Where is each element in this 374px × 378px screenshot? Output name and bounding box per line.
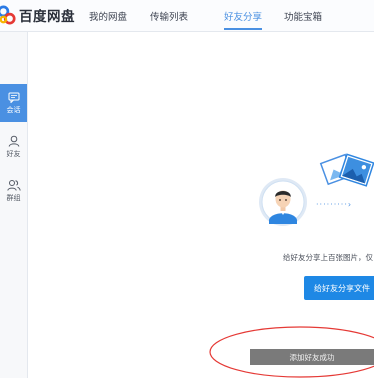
sidebar-item-groups[interactable]: 群组: [0, 172, 27, 210]
friend-icon: [8, 135, 19, 147]
top-nav-bar: 百度网盘 我的网盘 传输列表 好友分享 功能宝箱: [0, 0, 374, 32]
toast-notification: 添加好友成功: [250, 349, 374, 365]
nav-tab-my-disk[interactable]: 我的网盘: [89, 9, 127, 23]
sidebar-item-label: 好友: [6, 150, 21, 158]
sidebar-item-label: 群组: [6, 194, 21, 202]
user-avatar-illustration: [259, 178, 307, 226]
group-icon: [6, 180, 21, 191]
person-avatar-icon: [261, 180, 305, 224]
promo-text: 给好友分享上百张图片，仅: [283, 253, 373, 262]
photos-illustration-icon: [319, 153, 374, 187]
app-logo[interactable]: 百度网盘: [0, 3, 75, 27]
share-file-button[interactable]: 给好友分享文件: [304, 276, 374, 300]
sidebar-item-label: 会话: [6, 105, 21, 114]
nav-tab-transfer-list[interactable]: 传输列表: [150, 9, 188, 23]
sidebar-item-chat[interactable]: 会话: [0, 84, 27, 122]
nav-tab-toolbox[interactable]: 功能宝箱: [284, 9, 322, 23]
dotted-arrow-icon: ·········›: [316, 200, 353, 209]
cloud-logo-icon: [0, 5, 16, 25]
sidebar-item-friends[interactable]: 好友: [0, 128, 27, 166]
active-tab-indicator: [224, 28, 262, 30]
sidebar: 会话 好友 群组: [0, 32, 28, 378]
app-title: 百度网盘: [19, 9, 75, 25]
chat-icon: [8, 92, 19, 103]
nav-tab-friend-share[interactable]: 好友分享: [224, 9, 262, 23]
